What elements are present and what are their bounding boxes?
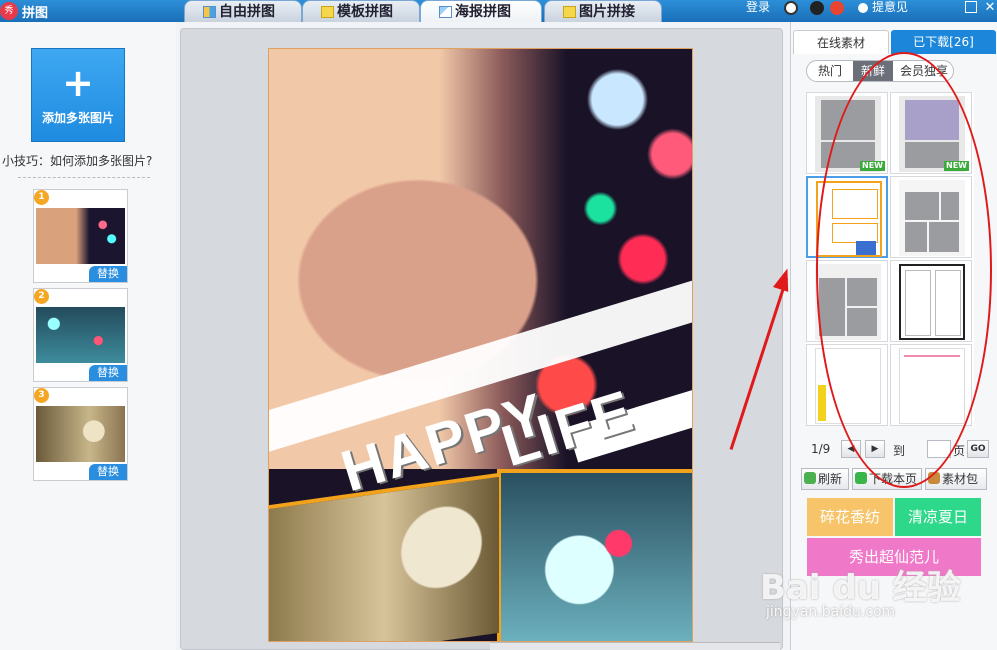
poster-photo-love[interactable] xyxy=(497,469,692,641)
subtab-hot[interactable]: 热门 xyxy=(807,61,853,81)
replace-button[interactable]: 替换 xyxy=(89,365,127,381)
user-avatar-icon[interactable] xyxy=(784,1,798,15)
annotation-ellipse xyxy=(816,52,992,488)
photo-thumbnail-image xyxy=(36,307,125,363)
tab-free-collage[interactable]: 自由拼图 xyxy=(184,0,302,22)
tab-online-materials[interactable]: 在线素材 xyxy=(793,30,889,54)
divider xyxy=(18,177,150,178)
tip-link[interactable]: 小技巧：如何添加多张图片? xyxy=(2,152,152,169)
canvas-footer xyxy=(490,642,780,650)
banner-summer[interactable]: 清凉夏日 xyxy=(895,498,981,536)
maximize-icon[interactable] xyxy=(965,1,977,13)
app-logo-icon: 秀 xyxy=(0,2,18,20)
replace-button[interactable]: 替换 xyxy=(89,266,127,282)
plus-icon: + xyxy=(62,61,94,105)
tab-template-collage[interactable]: 模板拼图 xyxy=(302,0,420,22)
feedback-icon xyxy=(858,3,868,13)
weibo-icon[interactable] xyxy=(830,1,844,15)
app-window: 秀 拼图 自由拼图 模板拼图 海报拼图 图片拼接 登录 提意见 ✕ + 添加多张… xyxy=(0,0,997,650)
photo-thumbnail-image xyxy=(36,406,125,462)
tab-free-collage-label: 自由拼图 xyxy=(219,4,275,20)
photo-thumbnail-image xyxy=(36,208,125,264)
poster-canvas[interactable]: HAPPY LIFE xyxy=(268,48,693,642)
replace-button[interactable]: 替换 xyxy=(89,464,127,480)
qq-icon[interactable] xyxy=(810,1,824,15)
refresh-button[interactable]: 刷新 xyxy=(801,468,849,490)
tab-image-stitch[interactable]: 图片拼接 xyxy=(544,0,662,22)
photo-thumbnail-1[interactable]: 1 替换 xyxy=(33,189,128,283)
banner-floral[interactable]: 碎花香纺 xyxy=(807,498,893,536)
material-pack-label: 素材包 xyxy=(942,472,979,486)
title-bar: 秀 拼图 自由拼图 模板拼图 海报拼图 图片拼接 登录 提意见 ✕ xyxy=(0,0,997,22)
add-images-label: 添加多张图片 xyxy=(41,111,114,125)
refresh-label: 刷新 xyxy=(818,472,843,486)
download-icon xyxy=(855,472,867,484)
baidu-watermark-url: jingyan.baidu.com xyxy=(766,604,896,620)
close-icon[interactable]: ✕ xyxy=(983,1,997,15)
go-button[interactable]: GO xyxy=(967,440,989,458)
photo-thumbnail-2[interactable]: 2 替换 xyxy=(33,288,128,382)
free-collage-icon xyxy=(203,6,216,18)
template-collage-icon xyxy=(321,6,334,18)
template-accent xyxy=(818,385,826,421)
tab-poster-collage-label: 海报拼图 xyxy=(455,4,511,20)
app-title: 拼图 xyxy=(22,6,49,21)
photo-thumbnail-3[interactable]: 3 替换 xyxy=(33,387,128,481)
thumbnail-number: 2 xyxy=(34,289,49,304)
tab-template-collage-label: 模板拼图 xyxy=(337,4,393,20)
poster-photo-girl[interactable] xyxy=(269,472,499,641)
add-images-button[interactable]: + 添加多张图片 xyxy=(31,48,125,142)
left-panel: + 添加多张图片 小技巧：如何添加多张图片? 1 替换 2 替换 3 替换 xyxy=(0,22,176,650)
refresh-icon xyxy=(804,472,816,484)
tab-downloaded[interactable]: 已下载[26] xyxy=(891,30,996,54)
login-link[interactable]: 登录 xyxy=(746,0,770,14)
poster-collage-icon xyxy=(439,6,452,18)
feedback-link[interactable]: 提意见 xyxy=(872,0,908,14)
tab-poster-collage[interactable]: 海报拼图 xyxy=(420,0,542,22)
thumbnail-number: 1 xyxy=(34,190,49,205)
page-indicator: 1/9 xyxy=(811,442,831,456)
baidu-watermark: Bai du 经验 xyxy=(760,568,961,608)
thumbnail-number: 3 xyxy=(34,388,49,403)
tab-image-stitch-label: 图片拼接 xyxy=(579,4,635,20)
image-stitch-icon xyxy=(563,6,576,18)
